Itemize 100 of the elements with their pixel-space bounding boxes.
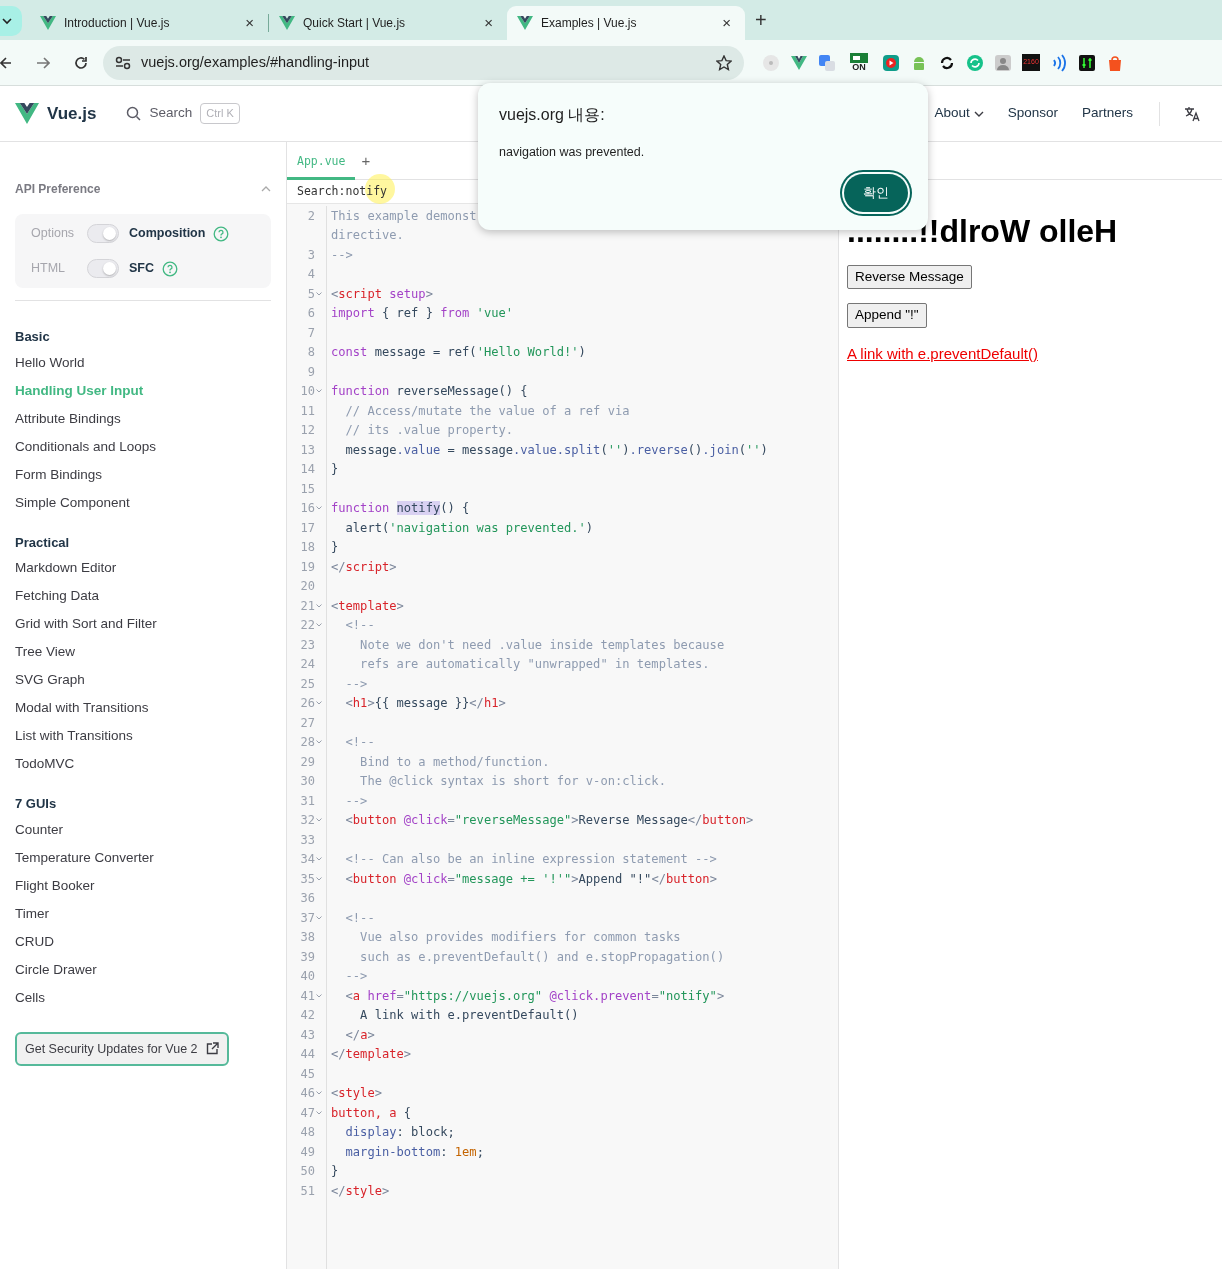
line-number: 16 [299, 500, 315, 518]
help-icon[interactable] [213, 225, 230, 242]
code-line: <button @click="reverseMessage">Reverse Message</button> [344, 812, 754, 830]
demo-link[interactable]: A link with e.preventDefault() [847, 344, 1038, 362]
fold-icon[interactable] [315, 289, 323, 298]
search-button[interactable]: Search Ctrl K [120, 102, 246, 125]
user-icon[interactable] [994, 53, 1012, 72]
fold-icon[interactable] [315, 991, 323, 1000]
code-line: import { ref } from 'vue' [330, 305, 514, 323]
fold-icon[interactable] [315, 601, 323, 610]
sidebar-item[interactable]: Timer [15, 899, 271, 928]
site-settings-icon[interactable] [115, 55, 131, 70]
sidebar-item[interactable]: Form Bindings [15, 460, 271, 489]
section-title: API Preference [15, 181, 101, 198]
sidebar-item[interactable]: Counter [15, 815, 271, 844]
code-line: <a href="https://vuejs.org" @click.prevent="notify"> [344, 987, 725, 1005]
new-tab-button[interactable]: + [749, 4, 773, 36]
fold-icon[interactable] [315, 913, 323, 922]
sidebar-item[interactable]: Cells [15, 983, 271, 1012]
chevron-up-icon[interactable] [261, 186, 271, 192]
toggle-switch[interactable] [87, 224, 119, 243]
search-label: Search [149, 104, 193, 123]
add-file-button[interactable]: + [355, 148, 377, 173]
sidebar-item[interactable]: Temperature Converter [15, 843, 271, 872]
sidebar-item[interactable]: List with Transitions [15, 722, 271, 750]
fold-icon[interactable] [315, 1108, 323, 1117]
close-icon[interactable]: × [480, 11, 497, 35]
vue-logo-icon[interactable] [790, 53, 808, 72]
line-number: 50 [299, 1163, 315, 1181]
line-number: 34 [299, 851, 315, 869]
line-number: 21 [299, 597, 315, 615]
nav-link[interactable]: Sponsor [1007, 103, 1058, 124]
code-line: } [330, 1163, 339, 1181]
browser-tab[interactable]: Examples | Vue.js × [507, 6, 745, 40]
code-line: --> [330, 246, 353, 264]
code-line: <!-- Can also be an inline expression statement --> [344, 851, 717, 869]
code-line: --> [344, 675, 368, 693]
sidebar-item[interactable]: SVG Graph [15, 666, 271, 694]
code-line: <style> [330, 1085, 382, 1103]
browser-tab[interactable]: Introduction | Vue.js × [30, 6, 268, 40]
message-heading: ........!!dlroW olleH [847, 214, 1119, 250]
sidebar-item[interactable]: Tree View [15, 638, 271, 666]
browser-tab[interactable]: Quick Start | Vue.js × [269, 6, 507, 40]
code-line: </script> [330, 558, 397, 576]
line-number: 25 [299, 675, 315, 693]
reload-icon[interactable] [74, 56, 88, 70]
forward-icon[interactable] [36, 56, 50, 70]
demo-button[interactable]: Append "!" [847, 303, 927, 328]
close-icon[interactable]: × [241, 11, 258, 35]
line-number: 36 [299, 890, 315, 908]
line-number: 39 [299, 948, 315, 966]
code-line: display: block; [344, 1124, 455, 1142]
play-icon[interactable] [882, 53, 900, 72]
sidebar-item[interactable]: Hello World [15, 348, 271, 377]
back-icon[interactable] [0, 56, 12, 70]
line-number: 35 [299, 870, 315, 888]
section-title: 7 GUIs [15, 795, 58, 813]
code-line: --> [344, 792, 368, 810]
toggle-switch[interactable] [87, 259, 119, 278]
brand-name[interactable]: Vue.js [47, 100, 97, 127]
option-label[interactable]: Composition [129, 224, 206, 243]
dialog-message: navigation was prevented. [499, 144, 646, 161]
sidebar-item[interactable]: Simple Component [15, 488, 271, 517]
nav-link[interactable]: Partners [1081, 103, 1133, 124]
code-line: <h1>{{ message }}</h1> [344, 695, 506, 713]
line-number: 43 [299, 1026, 315, 1044]
sidebar-item[interactable]: Modal with Transitions [15, 694, 271, 722]
sidebar-item[interactable]: Grid with Sort and Filter [15, 610, 271, 638]
section-title: Basic [15, 328, 51, 346]
bag-icon[interactable] [1106, 53, 1124, 72]
search-field[interactable]: notify [345, 182, 466, 201]
sidebar-item[interactable]: Attribute Bindings [15, 404, 271, 433]
line-number: 26 [299, 695, 315, 713]
equalizer-icon[interactable] [1078, 53, 1096, 72]
line-number: 4 [306, 266, 315, 284]
line-number: 45 [299, 1065, 315, 1083]
sidebar-item[interactable]: Flight Booker [15, 871, 271, 900]
line-number: 8 [306, 344, 315, 362]
sidebar-item[interactable]: TodoMVC [15, 750, 271, 778]
line-number: 46 [299, 1085, 315, 1103]
wifi-icon[interactable] [1050, 53, 1068, 72]
sidebar-item[interactable]: Circle Drawer [15, 955, 271, 984]
demo-button[interactable]: Reverse Message [847, 265, 972, 290]
dropdown-icon[interactable] [0, 6, 22, 36]
sidebar-item[interactable]: Fetching Data [15, 582, 271, 610]
code-line: Vue also provides modifiers for common tasks [359, 929, 681, 947]
code-line: <script setup> [330, 285, 433, 303]
option-label[interactable]: SFC [129, 259, 154, 278]
help-icon[interactable] [162, 260, 178, 277]
sidebar-item[interactable]: CRUD [15, 927, 271, 956]
address-bar[interactable]: vuejs.org/examples/#handling-input [103, 45, 744, 80]
line-number: 51 [299, 1182, 315, 1200]
sidebar-item[interactable]: Conditionals and Loops [15, 432, 271, 461]
close-icon[interactable]: × [718, 11, 735, 35]
fold-icon[interactable] [315, 874, 323, 883]
nav-link[interactable]: About [934, 103, 984, 124]
refresh-icon[interactable] [966, 53, 984, 72]
security-button[interactable]: Get Security Updates for Vue 2 [15, 1031, 229, 1067]
star-icon[interactable] [716, 54, 732, 71]
sidebar-item[interactable]: Markdown Editor [15, 554, 271, 582]
